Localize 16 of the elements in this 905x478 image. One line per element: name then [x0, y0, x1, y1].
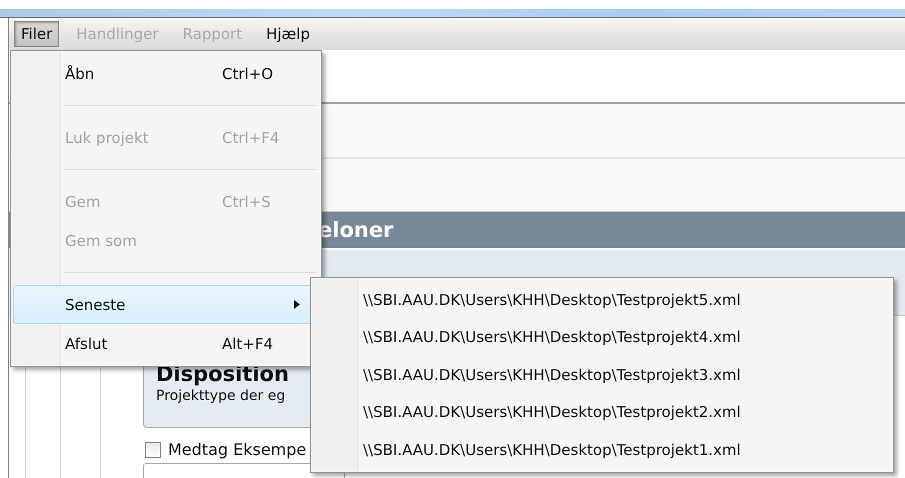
card-subtitle: Projekttype der eg	[156, 388, 286, 404]
menu-item[interactable]: Seneste	[13, 285, 313, 324]
menu-item[interactable]: Afslut Alt+F4	[13, 324, 313, 363]
checkbox-label: Medtag Eksempe	[168, 440, 306, 459]
recent-file-item[interactable]: \\SBI.AAU.DK\Users\KHH\Desktop\Testprojekt5.xml	[313, 281, 891, 318]
card-title: Disposition	[156, 362, 289, 386]
menu-bar-item[interactable]: Hjælp	[259, 21, 317, 47]
section-header-text: eloner	[318, 218, 394, 242]
recent-file-item[interactable]: \\SBI.AAU.DK\Users\KHH\Desktop\Testprojekt3.xml	[313, 356, 891, 394]
recent-file-item[interactable]: \\SBI.AAU.DK\Users\KHH\Desktop\Testprojekt2.xml	[313, 394, 891, 431]
recent-file-item[interactable]: \\SBI.AAU.DK\Users\KHH\Desktop\Testprojekt1.xml	[313, 431, 891, 468]
submenu-arrow-icon	[294, 300, 300, 309]
menu-bar-item[interactable]: Filer	[14, 21, 60, 47]
menu-item[interactable]: Åbn Ctrl+O	[13, 54, 313, 93]
checkbox[interactable]	[145, 442, 161, 458]
recent-file-item[interactable]: \\SBI.AAU.DK\Users\KHH\Desktop\Testprojekt4.xml	[313, 318, 891, 356]
